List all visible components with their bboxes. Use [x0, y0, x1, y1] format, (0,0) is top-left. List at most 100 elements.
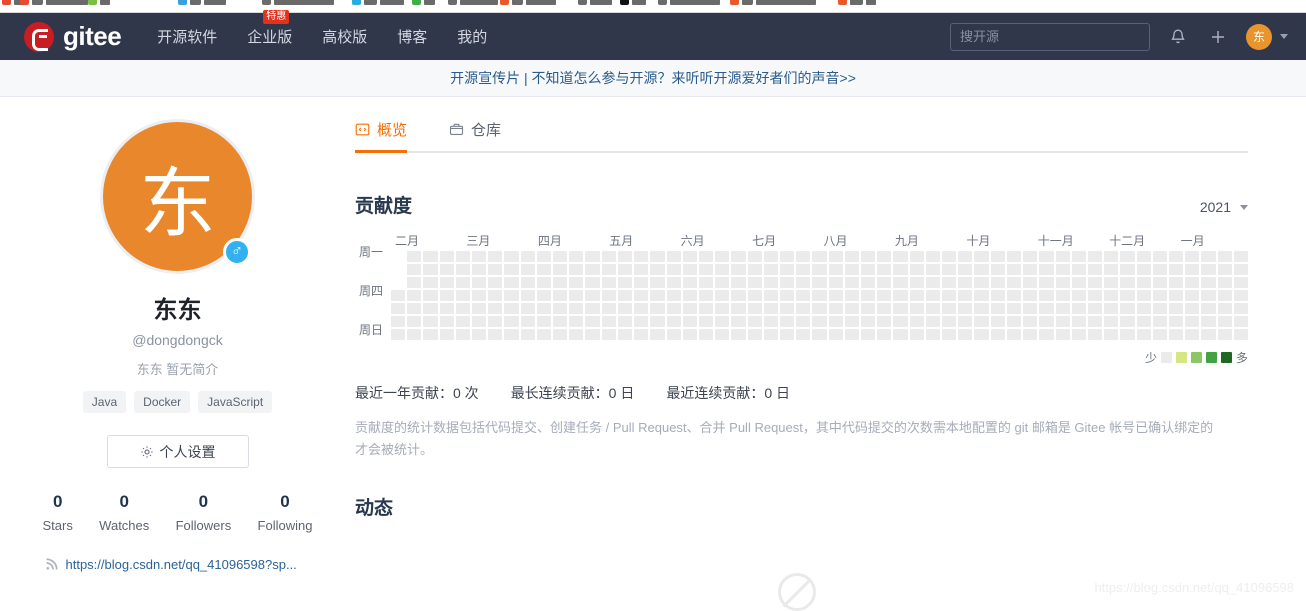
heatmap-cell[interactable] [1023, 290, 1037, 301]
heatmap-cell[interactable] [1169, 329, 1183, 340]
heatmap-cell[interactable] [1234, 251, 1248, 262]
heatmap-cell[interactable] [1007, 290, 1021, 301]
heatmap-cell[interactable] [440, 290, 454, 301]
heatmap-cell[interactable] [1234, 277, 1248, 288]
heatmap-cell[interactable] [585, 277, 599, 288]
heatmap-cell[interactable] [812, 316, 826, 327]
heatmap-cell[interactable] [521, 329, 535, 340]
bookmark-item[interactable] [744, 0, 816, 5]
heatmap-cell[interactable] [715, 303, 729, 314]
heatmap-cell[interactable] [910, 303, 924, 314]
heatmap-cell[interactable] [926, 251, 940, 262]
heatmap-cell[interactable] [1185, 251, 1199, 262]
heatmap-cell[interactable] [1137, 303, 1151, 314]
heatmap-cell[interactable] [715, 290, 729, 301]
bookmark-item[interactable] [620, 0, 646, 5]
heatmap-cell[interactable] [796, 316, 810, 327]
heatmap-cell[interactable] [731, 329, 745, 340]
heatmap-cell[interactable] [650, 277, 664, 288]
heatmap-cell[interactable] [780, 316, 794, 327]
heatmap-cell[interactable] [423, 264, 437, 275]
heatmap-cell[interactable] [893, 316, 907, 327]
heatmap-cell[interactable] [861, 303, 875, 314]
heatmap-cell[interactable] [569, 316, 583, 327]
heatmap-cell[interactable] [440, 264, 454, 275]
heatmap-cell[interactable] [958, 277, 972, 288]
heatmap-cell[interactable] [845, 277, 859, 288]
heatmap-cell[interactable] [504, 303, 518, 314]
heatmap-cell[interactable] [780, 290, 794, 301]
heatmap-cell[interactable] [553, 316, 567, 327]
heatmap-cell[interactable] [618, 316, 632, 327]
heatmap-cell[interactable] [1218, 277, 1232, 288]
heatmap-cell[interactable] [974, 303, 988, 314]
heatmap-cell[interactable] [650, 290, 664, 301]
heatmap-cell[interactable] [1007, 329, 1021, 340]
heatmap-cell[interactable] [537, 251, 551, 262]
heatmap-cell[interactable] [1153, 290, 1167, 301]
heatmap-cell[interactable] [553, 329, 567, 340]
heatmap-cell[interactable] [407, 290, 421, 301]
heatmap-cell[interactable] [829, 329, 843, 340]
heatmap-cell[interactable] [634, 303, 648, 314]
heatmap-cell[interactable] [488, 303, 502, 314]
heatmap-cell[interactable] [1234, 303, 1248, 314]
heatmap-cell[interactable] [602, 329, 616, 340]
bookmark-item[interactable] [658, 0, 720, 5]
heatmap-cell[interactable] [1234, 290, 1248, 301]
heatmap-cell[interactable] [1137, 264, 1151, 275]
heatmap-cell[interactable] [829, 316, 843, 327]
heatmap-cell[interactable] [1007, 251, 1021, 262]
promo-banner[interactable]: 开源宣传片 | 不知道怎么参与开源？来听听开源爱好者们的声音>> [0, 60, 1306, 97]
heatmap-cell[interactable] [1088, 251, 1102, 262]
heatmap-cell[interactable] [1104, 290, 1118, 301]
heatmap-cell[interactable] [1007, 264, 1021, 275]
heatmap-cell[interactable] [1234, 329, 1248, 340]
heatmap-cell[interactable] [877, 277, 891, 288]
heatmap-cell[interactable] [910, 251, 924, 262]
heatmap-cell[interactable] [391, 290, 405, 301]
heatmap-cell[interactable] [845, 316, 859, 327]
heatmap-cell[interactable] [764, 264, 778, 275]
heatmap-cell[interactable] [942, 303, 956, 314]
bookmark-item[interactable] [412, 0, 435, 5]
heatmap-cell[interactable] [667, 329, 681, 340]
heatmap-cell[interactable] [764, 277, 778, 288]
heatmap-cell[interactable] [407, 264, 421, 275]
heatmap-cell[interactable] [1201, 303, 1215, 314]
heatmap-cell[interactable] [391, 303, 405, 314]
heatmap-cell[interactable] [521, 303, 535, 314]
heatmap-cell[interactable] [553, 277, 567, 288]
heatmap-cell[interactable] [634, 316, 648, 327]
heatmap-cell[interactable] [926, 329, 940, 340]
heatmap-cell[interactable] [699, 316, 713, 327]
heatmap-cell[interactable] [1201, 264, 1215, 275]
heatmap-cell[interactable] [521, 264, 535, 275]
heatmap-cell[interactable] [667, 290, 681, 301]
heatmap-cell[interactable] [829, 277, 843, 288]
heatmap-cell[interactable] [958, 329, 972, 340]
bookmark-item[interactable] [514, 0, 556, 5]
heatmap-cell[interactable] [504, 251, 518, 262]
heatmap-cell[interactable] [974, 329, 988, 340]
heatmap-cell[interactable] [1201, 329, 1215, 340]
stat-followers[interactable]: 0 Followers [176, 492, 232, 533]
heatmap-cell[interactable] [731, 303, 745, 314]
heatmap-cell[interactable] [602, 264, 616, 275]
heatmap-cell[interactable] [683, 303, 697, 314]
heatmap-cell[interactable] [845, 329, 859, 340]
heatmap-cell[interactable] [699, 290, 713, 301]
heatmap-cell[interactable] [1201, 290, 1215, 301]
heatmap-cell[interactable] [974, 277, 988, 288]
heatmap-cell[interactable] [1201, 277, 1215, 288]
heatmap-cell[interactable] [991, 316, 1005, 327]
heatmap-cell[interactable] [1088, 290, 1102, 301]
heatmap-cell[interactable] [1218, 329, 1232, 340]
heatmap-cell[interactable] [974, 290, 988, 301]
heatmap-cell[interactable] [1153, 329, 1167, 340]
heatmap-cell[interactable] [731, 316, 745, 327]
heatmap-cell[interactable] [472, 303, 486, 314]
heatmap-cell[interactable] [699, 277, 713, 288]
heatmap-cell[interactable] [569, 251, 583, 262]
stat-watches[interactable]: 0 Watches [99, 492, 149, 533]
